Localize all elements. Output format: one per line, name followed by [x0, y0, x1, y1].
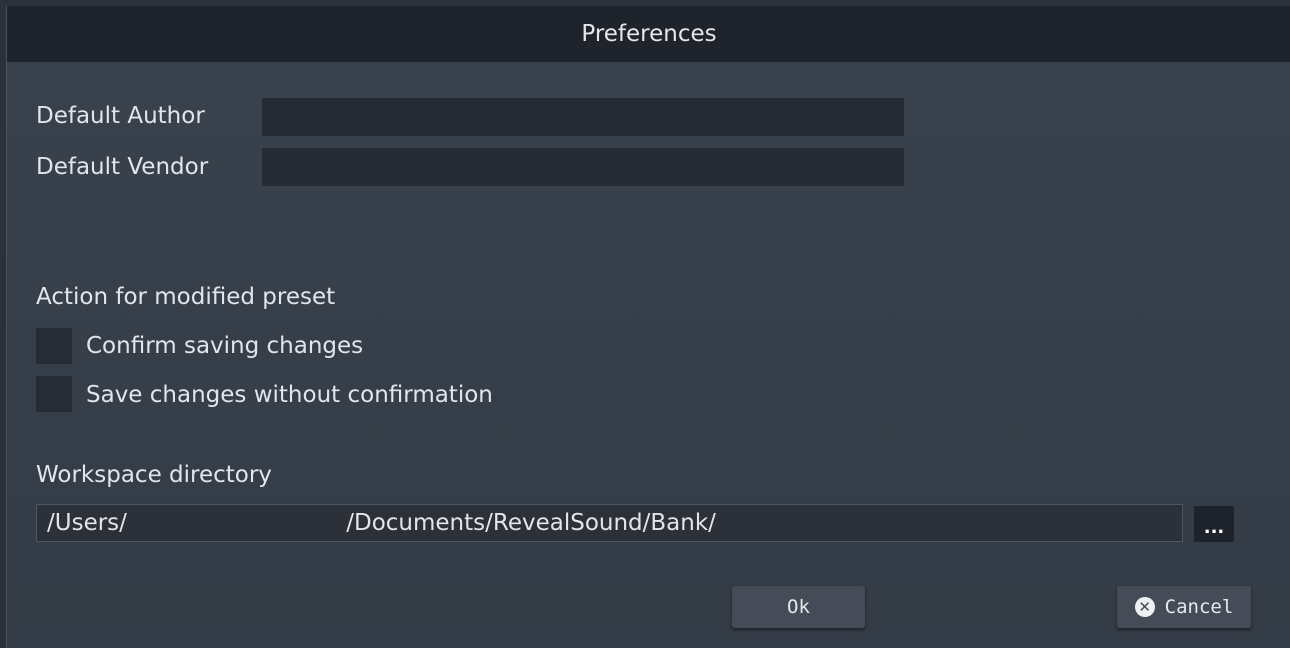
cancel-button-label: Cancel: [1164, 596, 1234, 618]
dialog-title: Preferences: [581, 21, 717, 47]
dialog-titlebar[interactable]: Preferences: [7, 6, 1290, 62]
auto-save-label[interactable]: Save changes without confirmation: [86, 382, 493, 408]
confirm-saving-checkbox[interactable]: [36, 328, 72, 364]
default-vendor-label: Default Vendor: [36, 154, 209, 180]
browse-button[interactable]: ...: [1194, 506, 1234, 542]
workspace-directory-label: Workspace directory: [36, 462, 272, 488]
confirm-saving-label[interactable]: Confirm saving changes: [86, 333, 363, 359]
modified-preset-heading: Action for modified preset: [36, 284, 336, 310]
cancel-button[interactable]: ✕ Cancel: [1117, 586, 1251, 628]
preferences-dialog: Preferences Default Author Default Vendo…: [6, 6, 1290, 648]
default-author-label: Default Author: [36, 103, 205, 129]
ok-button-label: Ok: [787, 596, 810, 618]
default-author-input[interactable]: [262, 98, 904, 136]
ok-button[interactable]: Ok: [732, 586, 865, 628]
auto-save-checkbox[interactable]: [36, 376, 72, 412]
workspace-path-input[interactable]: /Users/ /Documents/RevealSound/Bank/: [36, 504, 1183, 542]
default-vendor-input[interactable]: [262, 148, 904, 186]
close-circle-icon: ✕: [1134, 597, 1155, 617]
